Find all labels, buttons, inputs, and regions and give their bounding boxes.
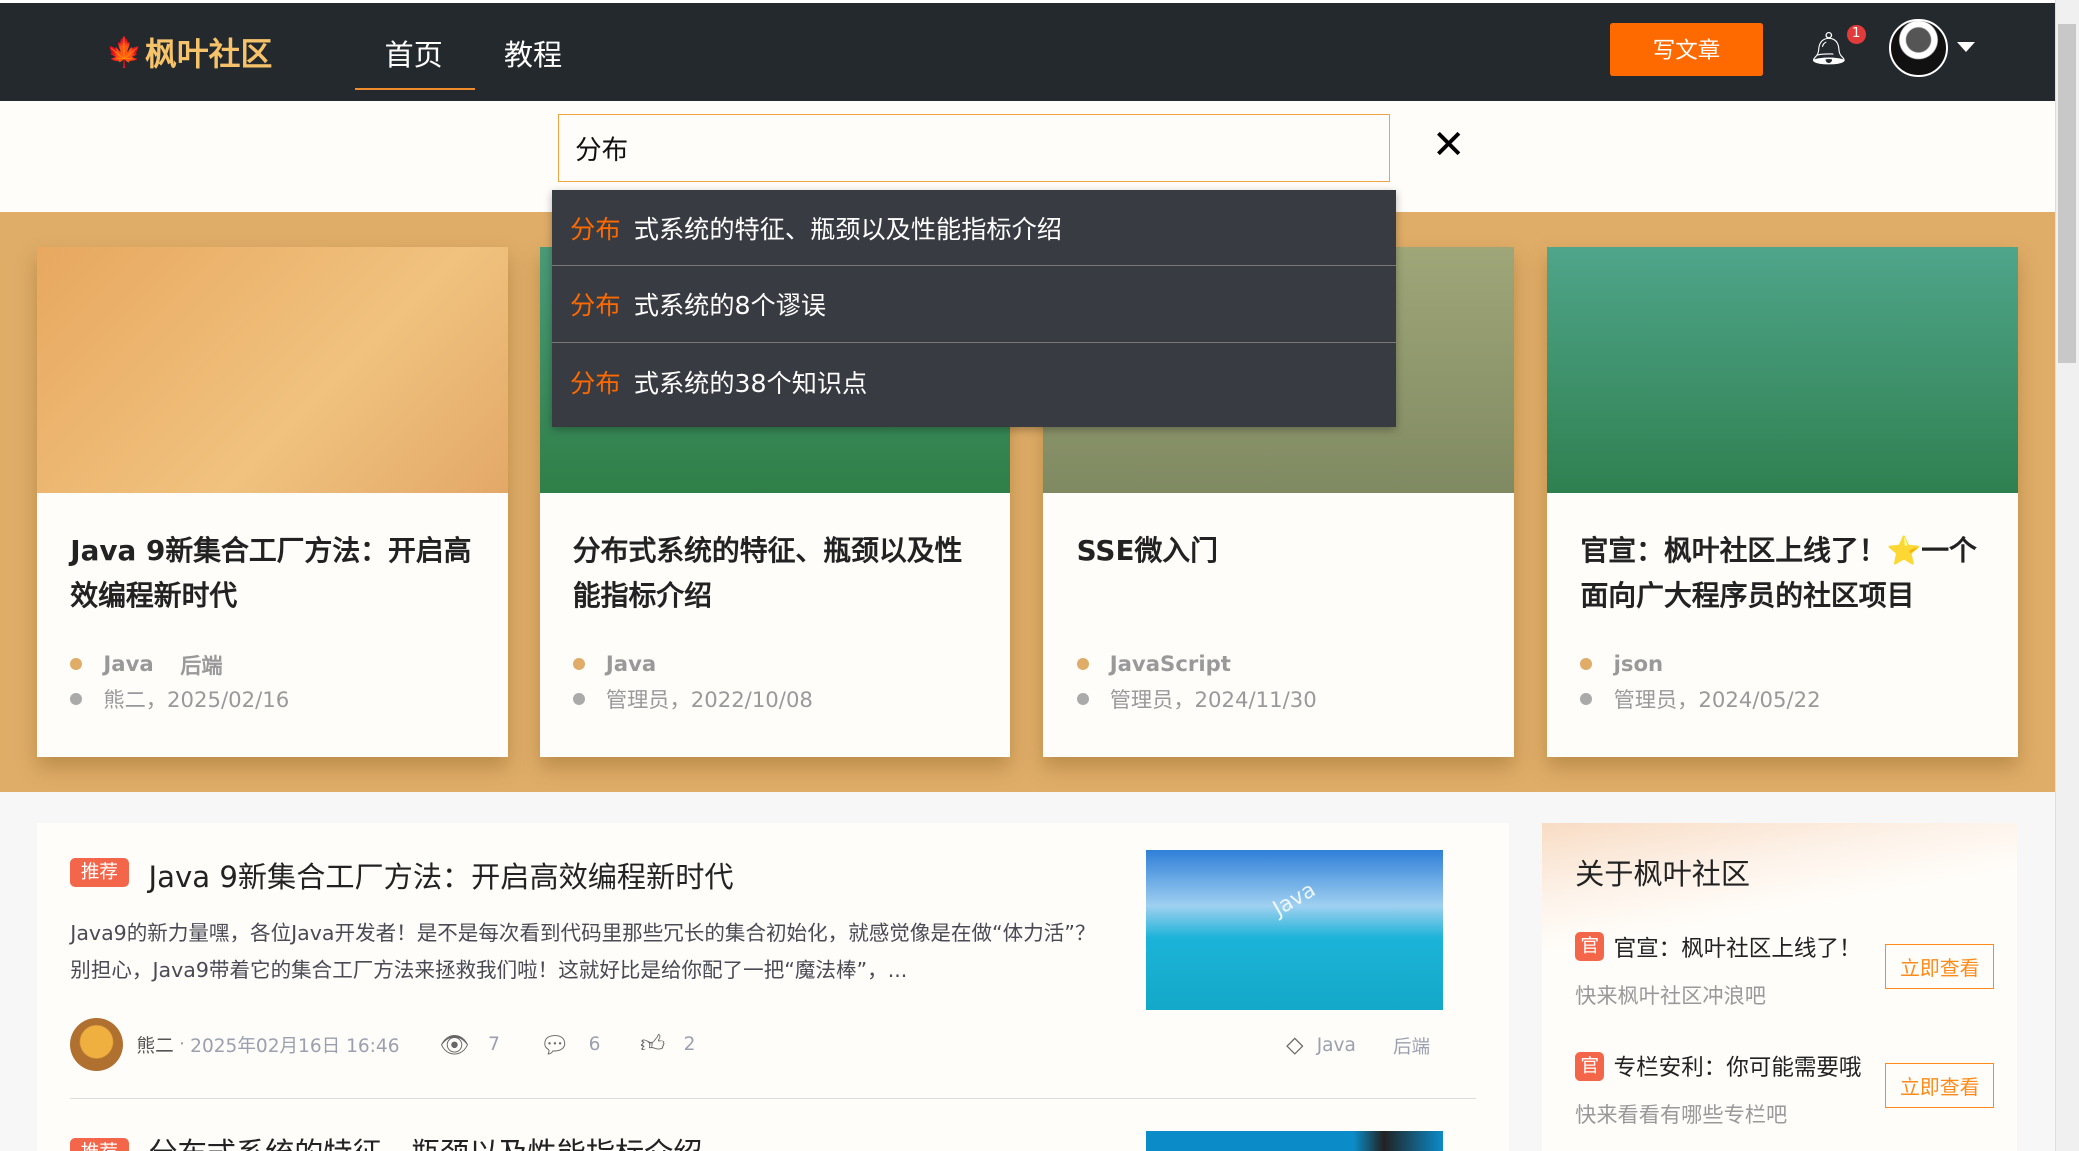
- article-thumbnail[interactable]: Java: [1145, 849, 1443, 1011]
- divider: [70, 1097, 1476, 1100]
- search-suggestions: 分布 式系统的特征、瓶颈以及性能指标介绍 分布 式系统的8个谬误 分布 式系统的38个…: [551, 189, 1397, 427]
- card-tag[interactable]: 后端: [180, 649, 222, 680]
- recommended-badge: 推荐: [70, 1137, 129, 1151]
- card-meta: 管理员，2024/05/22: [1613, 688, 1821, 714]
- tag-icon: ◇: [1286, 1032, 1304, 1059]
- site-logo[interactable]: 🍁 枫叶社区: [106, 29, 272, 75]
- about-item-subtitle: 快来枫叶社区冲浪吧: [1575, 983, 1766, 1009]
- article-title[interactable]: 分布式系统的特征、瓶颈以及性能指标介绍: [149, 1130, 703, 1151]
- suggestion-text: 式系统的特征、瓶颈以及性能指标介绍: [633, 214, 1062, 244]
- tag-dot: [1580, 658, 1593, 671]
- card-tag[interactable]: Java: [103, 652, 153, 677]
- author-avatar[interactable]: [70, 1018, 124, 1072]
- about-item: 官专栏安利：你可能需要哦 快来看看有哪些专栏吧: [1575, 1050, 1861, 1129]
- article-tags: ◇ Java 后端: [1286, 1032, 1430, 1059]
- publish-time: 2025年02月16日 16:46: [190, 1036, 400, 1058]
- suggestion-highlight: 分布: [570, 214, 621, 244]
- featured-card[interactable]: 官宣：枫叶社区上线了！⭐一个面向广大程序员的社区项目 json 管理员，2024…: [1547, 246, 2018, 758]
- nav-home[interactable]: 首页: [385, 32, 443, 74]
- meta-dot: [572, 692, 585, 705]
- search-input[interactable]: [558, 114, 1390, 182]
- card-image: [37, 246, 508, 494]
- recommended-badge: 推荐: [70, 857, 129, 887]
- tag-dot: [70, 658, 83, 671]
- article-meta: 熊二 · 2025年02月16日 16:46 👁︎ 7 💬︎ 6 👍︎ 2: [70, 1018, 696, 1072]
- about-item-title[interactable]: 专栏安利：你可能需要哦: [1614, 1050, 1862, 1082]
- maple-leaf-icon: 🍁: [106, 34, 143, 69]
- thumbnail-text: Java: [1268, 877, 1320, 922]
- bell-icon[interactable]: 🔔︎: [1809, 29, 1849, 69]
- nav-tutorials[interactable]: 教程: [504, 32, 562, 74]
- card-title: 分布式系统的特征、瓶颈以及性能指标介绍: [572, 533, 963, 612]
- card-title: Java 9新集合工厂方法：开启高效编程新时代: [70, 533, 472, 612]
- card-title: SSE微入门: [1076, 533, 1218, 567]
- notification-badge: 1: [1846, 25, 1866, 44]
- card-meta: 管理员，2024/11/30: [1109, 688, 1317, 714]
- comment-count: 6: [588, 1034, 601, 1056]
- card-image: [1547, 246, 2018, 494]
- card-meta: 熊二，2025/02/16: [103, 688, 290, 714]
- comment-icon[interactable]: 💬︎: [540, 1031, 570, 1059]
- article-tag[interactable]: 后端: [1393, 1032, 1430, 1059]
- like-count: 2: [683, 1034, 696, 1056]
- suggestion-item[interactable]: 分布 式系统的38个知识点: [552, 343, 1397, 420]
- about-title: 关于枫叶社区: [1575, 857, 1751, 892]
- nav-active-indicator: [355, 87, 475, 91]
- author-name[interactable]: 熊二: [137, 1031, 174, 1058]
- suggestion-item[interactable]: 分布 式系统的特征、瓶颈以及性能指标介绍: [551, 190, 1397, 267]
- suggestion-text: 式系统的38个知识点: [633, 368, 868, 398]
- view-now-button[interactable]: 立即查看: [1885, 1063, 1995, 1109]
- eye-icon: 👁︎: [439, 1030, 470, 1059]
- official-badge: 官: [1575, 932, 1605, 962]
- card-tag[interactable]: json: [1614, 652, 1664, 677]
- thumbs-up-icon[interactable]: 👍︎: [640, 1030, 665, 1059]
- scrollbar-thumb[interactable]: [2057, 23, 2077, 364]
- about-item: 官官宣：枫叶社区上线了！ 快来枫叶社区冲浪吧: [1575, 931, 1861, 1010]
- meta-dot: [1580, 692, 1593, 705]
- user-avatar[interactable]: [1889, 18, 1948, 77]
- tag-dot: [572, 658, 585, 671]
- meta-dot: [70, 692, 83, 705]
- suggestion-text: 式系统的8个谬误: [633, 291, 827, 321]
- write-article-button[interactable]: 写文章: [1609, 22, 1764, 76]
- chevron-down-icon[interactable]: [1957, 42, 1976, 52]
- suggestion-highlight: 分布: [570, 368, 621, 398]
- article-thumbnail[interactable]: [1145, 1130, 1443, 1151]
- about-item-title[interactable]: 官宣：枫叶社区上线了！: [1614, 931, 1862, 963]
- separator-dot: ·: [178, 1034, 185, 1056]
- close-icon[interactable]: ✕: [1432, 122, 1465, 168]
- card-tag[interactable]: JavaScript: [1110, 652, 1231, 677]
- card-tag[interactable]: Java: [606, 652, 656, 677]
- article-summary: Java9的新力量嘿，各位Java开发者！是不是每次看到代码里那些冗长的集合初始…: [70, 920, 1096, 982]
- view-count: 7: [488, 1034, 500, 1056]
- about-item-subtitle: 快来看看有哪些专栏吧: [1575, 1103, 1788, 1129]
- suggestion-item[interactable]: 分布 式系统的8个谬误: [551, 266, 1397, 344]
- card-title: 官宣：枫叶社区上线了！⭐一个面向广大程序员的社区项目: [1580, 533, 1977, 612]
- logo-text: 枫叶社区: [145, 35, 273, 74]
- article-title[interactable]: Java 9新集合工厂方法：开启高效编程新时代: [149, 854, 734, 896]
- tag-dot: [1076, 658, 1089, 671]
- suggestion-highlight: 分布: [570, 291, 621, 321]
- featured-card[interactable]: Java 9新集合工厂方法：开启高效编程新时代 Java 后端 熊二，2025/0…: [37, 246, 508, 758]
- article-tag[interactable]: Java: [1317, 1035, 1356, 1056]
- view-now-button[interactable]: 立即查看: [1885, 944, 1995, 990]
- meta-dot: [1076, 692, 1089, 705]
- card-meta: 管理员，2022/10/08: [605, 688, 813, 714]
- official-badge: 官: [1575, 1051, 1605, 1081]
